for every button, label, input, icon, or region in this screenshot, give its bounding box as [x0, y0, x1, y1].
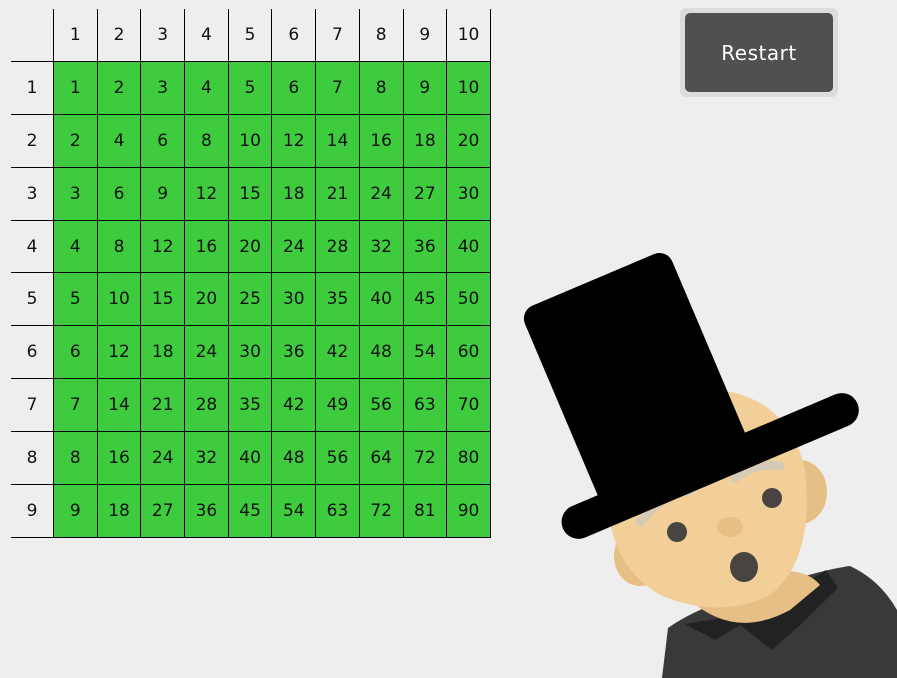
top-hat-character-icon — [523, 252, 897, 678]
